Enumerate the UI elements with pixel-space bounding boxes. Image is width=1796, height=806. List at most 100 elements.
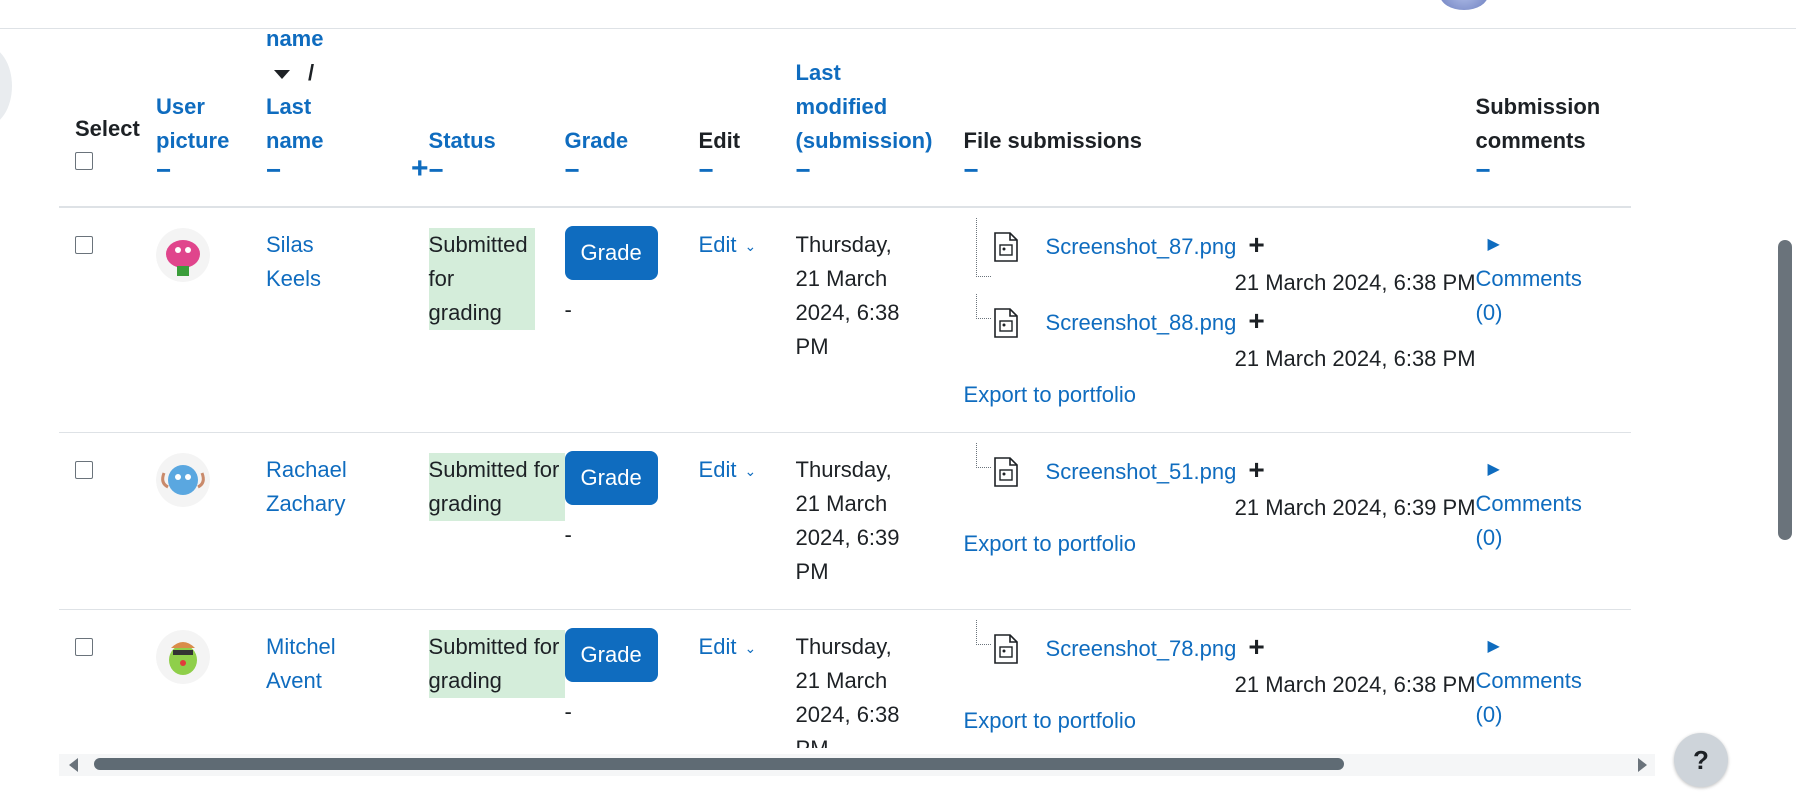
edit-menu-toggle[interactable]: Edit ⌄ — [699, 634, 757, 659]
first-name: Rachael — [266, 457, 347, 482]
file-link[interactable]: Screenshot_87.png — [1046, 234, 1237, 259]
table-row: Mitchel Avent Submitted for grading Grad… — [59, 610, 1631, 748]
hide-grade-icon[interactable]: − — [565, 157, 699, 183]
expand-file-icon[interactable]: + — [1248, 631, 1264, 662]
edit-menu-toggle[interactable]: Edit ⌄ — [699, 457, 757, 482]
file-date: 21 March 2024, 6:39 PM — [1234, 495, 1476, 520]
edit-header-label: Edit — [698, 128, 741, 153]
file-date: 21 March 2024, 6:38 PM — [1234, 270, 1476, 295]
grade-value: - — [564, 522, 572, 547]
caret-right-icon[interactable]: ▶ — [1488, 453, 1631, 487]
table-row: Silas Keels Submitted for grading Grade … — [59, 207, 1631, 433]
horizontal-scrollbar-thumb[interactable] — [94, 758, 1344, 770]
comments-link[interactable]: Comments (0) — [1476, 262, 1596, 330]
last-name: Avent — [266, 668, 322, 693]
status-header-link[interactable]: Status — [429, 124, 565, 158]
user-menu-avatar[interactable] — [1440, 0, 1488, 10]
file-item: Screenshot_78.png + 21 March 2024, 6:38 P… — [964, 620, 1476, 702]
scroll-right-arrow-icon[interactable] — [1638, 758, 1647, 772]
first-name: Mitchel — [266, 634, 336, 659]
row-select-checkbox[interactable] — [75, 461, 93, 479]
help-button[interactable]: ? — [1674, 733, 1728, 787]
last-modified-date: Thursday, 21 March 2024, 6:38 PM — [795, 232, 900, 359]
caret-right-icon[interactable]: ▶ — [1488, 630, 1631, 664]
last-modified-date: Thursday, 21 March 2024, 6:39 PM — [795, 457, 900, 584]
user-picture-header-link[interactable]: User picture — [156, 90, 246, 158]
chevron-down-icon: ⌄ — [744, 463, 757, 480]
row-select-checkbox[interactable] — [75, 236, 93, 254]
edit-menu-toggle[interactable]: Edit ⌄ — [699, 232, 757, 257]
hide-status-icon[interactable]: − — [429, 157, 565, 183]
grade-header-link[interactable]: Grade — [565, 124, 699, 158]
image-file-icon — [993, 232, 1018, 262]
comments-link[interactable]: Comments (0) — [1476, 664, 1596, 732]
expand-file-icon[interactable]: + — [1248, 454, 1264, 485]
col-user-picture-header: User picture − — [156, 28, 266, 207]
file-link[interactable]: Screenshot_88.png — [1046, 310, 1237, 335]
last-modified-header-link[interactable]: Last modified (submission) — [796, 56, 936, 158]
grade-value: - — [564, 297, 572, 322]
table-row: Rachael Zachary Submitted for grading Gr… — [59, 433, 1631, 610]
hide-last-modified-icon[interactable]: − — [796, 157, 964, 183]
status-badge: Submitted for grading — [428, 453, 565, 521]
first-name: Silas — [266, 232, 314, 257]
show-column-icon[interactable]: + — [363, 152, 429, 185]
select-all-checkbox[interactable] — [75, 152, 93, 170]
export-to-portfolio-link[interactable]: Export to portfolio — [964, 704, 1476, 738]
drawer-toggle[interactable] — [0, 46, 12, 126]
expand-file-icon[interactable]: + — [1248, 305, 1264, 336]
edit-label: Edit — [698, 232, 737, 257]
hide-edit-icon[interactable]: − — [699, 157, 796, 183]
top-navbar — [0, 0, 1796, 29]
col-edit-header: Edit − — [699, 28, 796, 207]
file-submissions-header-label: File submissions — [963, 128, 1143, 153]
export-to-portfolio-link[interactable]: Export to portfolio — [964, 378, 1476, 412]
horizontal-scrollbar[interactable] — [59, 754, 1655, 776]
hide-file-submissions-icon[interactable]: − — [964, 157, 1476, 183]
sort-separator: / — [308, 60, 315, 85]
vertical-scrollbar-thumb[interactable] — [1778, 240, 1792, 540]
export-to-portfolio-link[interactable]: Export to portfolio — [964, 527, 1476, 561]
grade-value: - — [564, 699, 572, 724]
user-name-link[interactable]: Silas Keels — [266, 228, 363, 296]
col-select-header: Select — [59, 28, 156, 207]
last-name: Keels — [266, 266, 322, 291]
col-name-header: First name / Last name − — [266, 28, 363, 207]
grade-button[interactable]: Grade — [564, 451, 658, 505]
last-name-sort-link[interactable]: Last name — [266, 90, 336, 158]
last-name: Zachary — [266, 491, 346, 516]
file-link[interactable]: Screenshot_51.png — [1046, 459, 1237, 484]
col-collapsed-header: + — [363, 28, 429, 207]
file-link[interactable]: Screenshot_78.png — [1046, 636, 1237, 661]
expand-file-icon[interactable]: + — [1248, 229, 1264, 260]
file-item: Screenshot_88.png + 21 March 2024, 6:38 P… — [964, 294, 1476, 376]
edit-label: Edit — [698, 634, 737, 659]
file-date: 21 March 2024, 6:38 PM — [1234, 346, 1476, 371]
select-header-label: Select — [75, 116, 140, 141]
col-status-header: Status − — [429, 28, 565, 207]
file-item: Screenshot_87.png + 21 March 2024, 6:38 P… — [964, 218, 1476, 300]
grade-button[interactable]: Grade — [564, 628, 658, 682]
user-avatar — [156, 228, 210, 282]
hide-name-icon[interactable]: − — [266, 157, 363, 183]
hide-user-picture-icon[interactable]: − — [156, 157, 266, 183]
caret-right-icon[interactable]: ▶ — [1488, 228, 1631, 262]
last-modified-date: Thursday, 21 March 2024, 6:38 PM — [795, 634, 900, 748]
image-file-icon — [993, 308, 1018, 338]
grade-button[interactable]: Grade — [564, 226, 658, 280]
tree-connector — [975, 620, 991, 645]
hide-comments-icon[interactable]: − — [1476, 157, 1631, 183]
edit-label: Edit — [698, 457, 737, 482]
first-name-sort-link[interactable]: First name — [266, 28, 336, 56]
chevron-down-icon: ⌄ — [744, 238, 757, 255]
scroll-left-arrow-icon[interactable] — [69, 758, 78, 772]
user-name-link[interactable]: Mitchel Avent — [266, 630, 363, 698]
user-name-link[interactable]: Rachael Zachary — [266, 453, 363, 521]
comments-link[interactable]: Comments (0) — [1476, 487, 1596, 555]
user-avatar — [156, 630, 210, 684]
image-file-icon — [993, 457, 1018, 487]
table-header-row: Select User picture − First name / Last … — [59, 28, 1631, 207]
row-select-checkbox[interactable] — [75, 638, 93, 656]
user-avatar — [156, 453, 210, 507]
grading-table-container: Select User picture − First name / Last … — [59, 28, 1672, 748]
